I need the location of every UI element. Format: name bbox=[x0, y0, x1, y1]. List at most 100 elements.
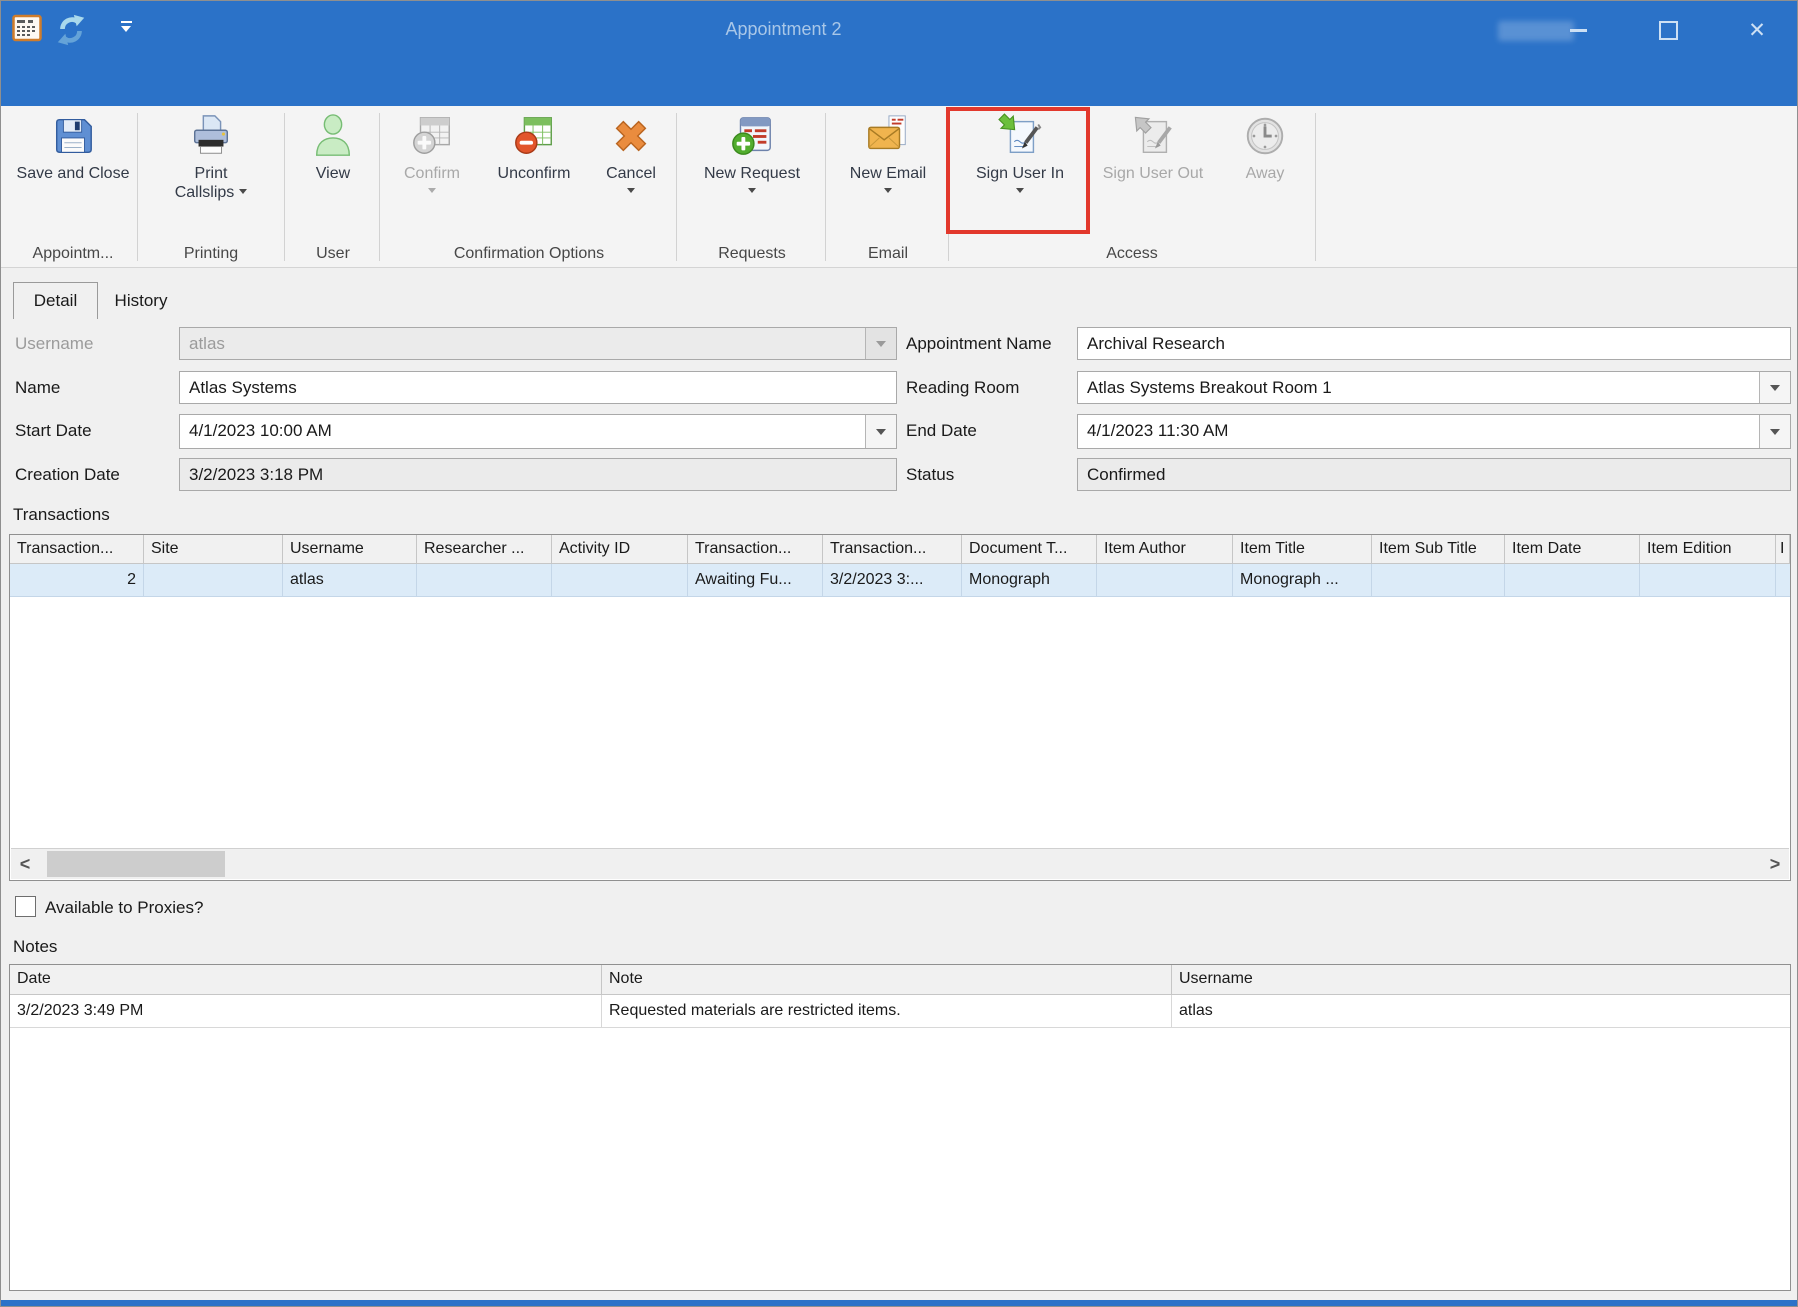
column-header[interactable]: Transaction... bbox=[823, 535, 962, 564]
appointment-window: Appointment 2 ✕ Appointment bbox=[0, 0, 1798, 1307]
column-header[interactable]: I bbox=[1776, 535, 1790, 564]
ribbon-group-access: Sign User In Sign User Out bbox=[951, 106, 1313, 268]
available-to-proxies-checkbox[interactable] bbox=[15, 896, 36, 917]
switch-windows-icon[interactable] bbox=[54, 13, 88, 47]
column-header[interactable]: Transaction... bbox=[688, 535, 823, 564]
column-header[interactable]: Document T... bbox=[962, 535, 1097, 564]
notes-section-label: Notes bbox=[13, 937, 57, 957]
confirm-button: Confirm bbox=[382, 106, 482, 236]
new-request-button[interactable]: New Request bbox=[679, 106, 825, 236]
window-title: Appointment 2 bbox=[661, 19, 906, 40]
status-value: Confirmed bbox=[1087, 465, 1165, 484]
cancel-label: Cancel bbox=[606, 164, 656, 183]
window-bottom-border bbox=[1, 1300, 1797, 1306]
transactions-header-row: Transaction... Site Username Researcher … bbox=[10, 535, 1790, 564]
creation-date-field: 3/2/2023 3:18 PM bbox=[179, 458, 897, 491]
creation-date-value: 3/2/2023 3:18 PM bbox=[189, 465, 323, 484]
column-header[interactable]: Item Author bbox=[1097, 535, 1233, 564]
reading-room-combobox[interactable]: Atlas Systems Breakout Room 1 bbox=[1077, 371, 1791, 404]
username-label: Username bbox=[15, 334, 93, 354]
quick-access-dropdown-icon[interactable] bbox=[119, 21, 133, 32]
cell-item-author bbox=[1097, 564, 1233, 597]
start-date-dropdown-button[interactable] bbox=[865, 415, 896, 448]
column-header[interactable]: Username bbox=[1172, 965, 1790, 995]
ribbon-group-requests: New Request Requests bbox=[679, 106, 825, 268]
end-date-dropdown-button[interactable] bbox=[1759, 415, 1790, 448]
clock-icon bbox=[1242, 113, 1288, 159]
print-callslips-label: PrintCallslips bbox=[175, 164, 248, 202]
start-date-picker[interactable]: 4/1/2023 10:00 AM bbox=[179, 414, 897, 449]
close-button[interactable]: ✕ bbox=[1734, 9, 1780, 51]
cancel-button[interactable]: Cancel bbox=[586, 106, 676, 236]
tab-history[interactable]: History bbox=[100, 282, 182, 319]
dropdown-caret-icon bbox=[884, 188, 892, 193]
transactions-section-label: Transactions bbox=[13, 505, 110, 525]
sign-user-in-label: Sign User In bbox=[976, 164, 1064, 183]
scrollbar-thumb[interactable] bbox=[47, 851, 225, 877]
group-label-email: Email bbox=[828, 245, 948, 263]
group-label-confirmation-options: Confirmation Options bbox=[382, 245, 676, 263]
column-header[interactable]: Item Edition bbox=[1640, 535, 1776, 564]
cell-item-edition bbox=[1640, 564, 1776, 597]
column-header[interactable]: Username bbox=[283, 535, 417, 564]
transaction-row[interactable]: 2 atlas Awaiting Fu... 3/2/2023 3:... Mo… bbox=[10, 564, 1790, 597]
cell-activity-id bbox=[552, 564, 688, 597]
column-header[interactable]: Site bbox=[144, 535, 283, 564]
column-header[interactable]: Item Date bbox=[1505, 535, 1640, 564]
unconfirm-button[interactable]: Unconfirm bbox=[482, 106, 586, 236]
column-header[interactable]: Activity ID bbox=[552, 535, 688, 564]
column-header[interactable]: Transaction... bbox=[10, 535, 144, 564]
ribbon-group-email: New Email Email bbox=[828, 106, 948, 268]
dropdown-caret-icon bbox=[428, 188, 436, 193]
name-input[interactable]: Atlas Systems bbox=[179, 371, 897, 404]
status-label: Status bbox=[906, 465, 954, 485]
name-value: Atlas Systems bbox=[189, 378, 297, 397]
username-combobox: atlas bbox=[179, 327, 897, 360]
column-header[interactable]: Item Sub Title bbox=[1372, 535, 1505, 564]
sign-user-in-button[interactable]: Sign User In bbox=[951, 106, 1089, 236]
group-label-access: Access bbox=[951, 245, 1313, 263]
reading-room-dropdown-button[interactable] bbox=[1759, 372, 1790, 403]
new-email-button[interactable]: New Email bbox=[828, 106, 948, 236]
confirm-table-plus-icon bbox=[409, 113, 455, 159]
cell-transaction-status: Awaiting Fu... bbox=[688, 564, 823, 597]
maximize-button[interactable] bbox=[1645, 9, 1691, 51]
view-user-button[interactable]: View bbox=[287, 106, 379, 236]
status-field: Confirmed bbox=[1077, 458, 1791, 491]
ribbon-tab-strip: Appointment bbox=[1, 59, 1797, 106]
print-callslips-button[interactable]: PrintCallslips bbox=[140, 106, 282, 236]
minimize-button[interactable] bbox=[1555, 9, 1601, 51]
scroll-left-button[interactable]: < bbox=[11, 849, 39, 879]
available-to-proxies-label: Available to Proxies? bbox=[45, 898, 203, 918]
appointment-name-input[interactable]: Archival Research bbox=[1077, 327, 1791, 360]
appointment-calendar-icon[interactable] bbox=[11, 12, 43, 44]
column-header[interactable]: Note bbox=[602, 965, 1172, 995]
cell-note-text: Requested materials are restricted items… bbox=[602, 995, 1172, 1028]
column-header[interactable]: Researcher ... bbox=[417, 535, 552, 564]
sign-out-document-pen-icon bbox=[1130, 113, 1176, 159]
orange-x-icon bbox=[608, 113, 654, 159]
username-value: atlas bbox=[189, 334, 225, 353]
column-header[interactable]: Item Title bbox=[1233, 535, 1372, 564]
transactions-grid: Transaction... Site Username Researcher … bbox=[9, 534, 1791, 881]
cell-item-sub-title bbox=[1372, 564, 1505, 597]
cell-username: atlas bbox=[283, 564, 417, 597]
name-label: Name bbox=[15, 378, 60, 398]
sign-user-out-button: Sign User Out bbox=[1089, 106, 1217, 236]
end-date-picker[interactable]: 4/1/2023 11:30 AM bbox=[1077, 414, 1791, 449]
ribbon-group-user: View User bbox=[287, 106, 379, 268]
request-card-plus-icon bbox=[729, 113, 775, 159]
cell-transaction-date: 3/2/2023 3:... bbox=[823, 564, 962, 597]
unconfirm-table-minus-icon bbox=[511, 113, 557, 159]
tab-detail[interactable]: Detail bbox=[13, 282, 98, 319]
notes-grid: Date Note Username 3/2/2023 3:49 PM Requ… bbox=[9, 964, 1791, 1291]
dropdown-caret-icon bbox=[239, 189, 247, 194]
dropdown-caret-icon bbox=[748, 188, 756, 193]
note-row[interactable]: 3/2/2023 3:49 PM Requested materials are… bbox=[10, 995, 1790, 1028]
scroll-right-button[interactable]: > bbox=[1761, 849, 1789, 879]
save-and-close-button[interactable]: Save and Close bbox=[9, 106, 137, 236]
column-header[interactable]: Date bbox=[10, 965, 602, 995]
new-request-label: New Request bbox=[704, 164, 800, 183]
transactions-horizontal-scrollbar[interactable]: < > bbox=[11, 848, 1789, 879]
end-date-value: 4/1/2023 11:30 AM bbox=[1087, 421, 1228, 440]
